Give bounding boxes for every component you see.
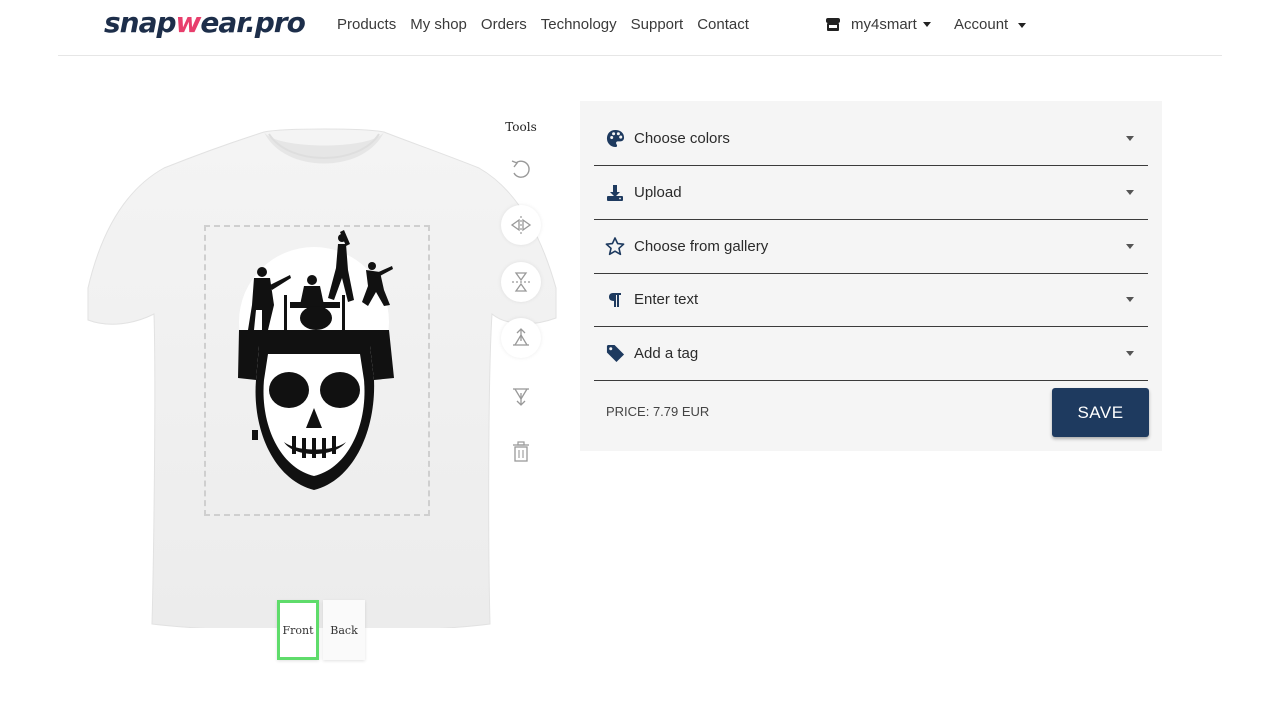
store-icon — [826, 18, 840, 31]
save-button[interactable]: SAVE — [1052, 388, 1149, 437]
brand-part-3: ear.pro — [200, 6, 305, 39]
chevron-down-icon — [1018, 22, 1027, 28]
enter-text-accordion[interactable]: Enter text — [594, 273, 1148, 327]
caret-down-icon — [1126, 190, 1134, 195]
nav-technology[interactable]: Technology — [541, 16, 617, 33]
chevron-down-icon — [922, 22, 931, 27]
nav-contact[interactable]: Contact — [697, 16, 749, 33]
caret-down-icon — [1126, 244, 1134, 249]
side-selector: Front Back — [277, 600, 369, 660]
delete-button[interactable] — [501, 432, 541, 472]
rotate-button[interactable] — [501, 150, 541, 190]
caret-down-icon — [1126, 136, 1134, 141]
star-icon — [605, 237, 625, 256]
download-icon — [607, 184, 623, 201]
bring-forward-button[interactable] — [501, 318, 541, 358]
rotate-icon — [511, 160, 530, 178]
top-navbar: snapwear.pro Products My shop Orders Tec… — [58, 0, 1222, 56]
flip-vertical-icon — [512, 272, 530, 292]
caret-down-icon — [1126, 297, 1134, 302]
choose-colors-accordion[interactable]: Choose colors — [594, 112, 1148, 166]
nav-products[interactable]: Products — [337, 16, 396, 33]
tshirt-designer: Tools Front Back — [84, 120, 560, 660]
tag-icon — [606, 344, 624, 363]
account-label: Account — [954, 16, 1009, 33]
brand-part-1: snap — [104, 6, 177, 39]
gallery-accordion[interactable]: Choose from gallery — [594, 220, 1148, 274]
palette-icon — [606, 129, 624, 148]
nav-support[interactable]: Support — [631, 16, 684, 33]
send-backward-icon — [513, 388, 529, 406]
shop-dropdown[interactable]: my4smart — [825, 16, 931, 33]
nav-my-shop[interactable]: My shop — [410, 16, 467, 33]
account-dropdown[interactable]: Account — [954, 16, 1027, 33]
add-tag-label: Add a tag — [634, 345, 699, 362]
back-side-button[interactable]: Back — [323, 600, 365, 660]
tools-panel: Tools — [501, 120, 541, 462]
add-tag-accordion[interactable]: Add a tag — [594, 327, 1148, 381]
brand-part-2: w — [175, 6, 202, 39]
paragraph-icon — [609, 292, 621, 307]
options-panel: Choose colors Upload Choose from gallery — [580, 101, 1162, 451]
flip-horizontal-icon — [510, 216, 532, 234]
tools-label: Tools — [505, 120, 537, 134]
flip-vertical-button[interactable] — [501, 262, 541, 302]
brand-logo[interactable]: snapwear.pro — [104, 6, 306, 39]
caret-down-icon — [1126, 351, 1134, 356]
flip-horizontal-button[interactable] — [501, 205, 541, 245]
bring-forward-icon — [513, 328, 529, 346]
shop-name: my4smart — [851, 16, 917, 33]
gallery-label: Choose from gallery — [634, 238, 769, 255]
nav-orders[interactable]: Orders — [481, 16, 527, 33]
upload-label: Upload — [634, 184, 682, 201]
upload-accordion[interactable]: Upload — [594, 166, 1148, 220]
main-nav: Products My shop Orders Technology Suppo… — [337, 16, 763, 33]
choose-colors-label: Choose colors — [634, 130, 730, 147]
send-backward-button[interactable] — [501, 376, 541, 416]
price-label: PRICE: 7.79 EUR — [606, 404, 710, 419]
skull-band-artwork[interactable] — [234, 230, 404, 510]
front-side-button[interactable]: Front — [277, 600, 319, 660]
trash-icon — [513, 441, 529, 462]
enter-text-label: Enter text — [634, 291, 699, 308]
